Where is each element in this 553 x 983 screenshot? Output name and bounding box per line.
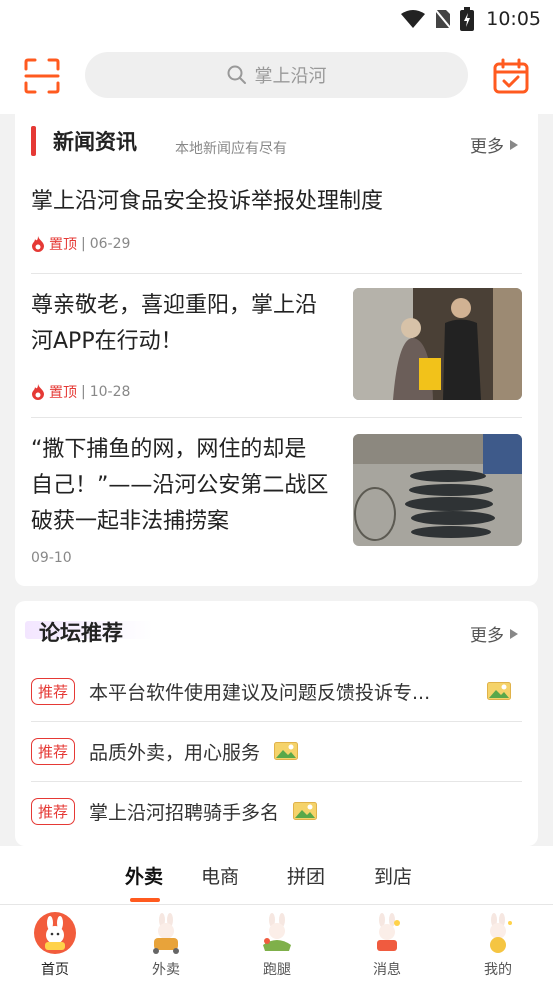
news-item[interactable]: “撒下捕鱼的网，网住的却是 自己！”——沿河公安第二战区 破获一起非法捕捞案 0… (31, 432, 522, 572)
divider (31, 273, 522, 274)
meta-separator: | (81, 236, 86, 252)
news-item[interactable]: 尊亲敬老，喜迎重阳，掌上沿 河APP在行动！ 置顶 | 10-28 (31, 288, 522, 402)
image-icon (487, 682, 512, 700)
news-thumbnail (353, 288, 522, 400)
forum-item-text: 掌上沿河招聘骑手多名 (89, 801, 280, 824)
message-rabbit-icon (377, 913, 400, 951)
forum-section: 论坛推荐 更多 推荐 本平台软件使用建议及问题反馈投诉专... 推荐 品质外卖，… (15, 601, 538, 846)
more-label: 更多 (470, 137, 504, 157)
recommend-tag: 推荐 (31, 797, 76, 825)
divider (31, 417, 522, 418)
more-label: 更多 (470, 626, 504, 646)
scan-icon[interactable] (24, 58, 60, 94)
meta-separator: | (81, 384, 86, 400)
news-item-meta: 09-10 (31, 550, 522, 566)
forum-item[interactable]: 推荐 品质外卖，用心服务 (31, 721, 522, 781)
news-date: 06-29 (89, 236, 131, 252)
battery-icon (460, 7, 475, 31)
search-bar[interactable]: 掌上沿河 (85, 52, 468, 98)
status-bar: 10:05 (0, 0, 553, 38)
news-more-link[interactable]: 更多 (470, 132, 518, 157)
news-thumbnail (353, 434, 522, 546)
recommend-tag: 推荐 (31, 677, 76, 705)
nav-home[interactable]: 首页 (15, 911, 95, 979)
nav-profile[interactable]: 我的 (458, 911, 538, 979)
nav-label: 外卖 (152, 962, 180, 978)
delivery-rabbit-icon (153, 913, 179, 954)
news-subtitle: 本地新闻应有尽有 (175, 141, 287, 157)
image-icon (293, 802, 318, 820)
calendar-check-icon[interactable] (493, 58, 529, 94)
news-date: 10-28 (89, 384, 131, 400)
tab-waimai[interactable]: 外卖 (125, 862, 163, 889)
forum-item-text: 本平台软件使用建议及问题反馈投诉专... (89, 681, 431, 704)
forum-item[interactable]: 推荐 本平台软件使用建议及问题反馈投诉专... (31, 661, 522, 721)
news-header: 新闻资讯 本地新闻应有尽有 更多 (15, 112, 538, 172)
nav-label: 首页 (41, 962, 69, 978)
tab-dianshang[interactable]: 电商 (201, 862, 239, 889)
nav-waimai[interactable]: 外卖 (126, 911, 206, 979)
recommend-tag: 推荐 (31, 737, 76, 765)
category-tabs: 外卖 电商 拼团 到店 (0, 846, 553, 904)
bottom-nav: 首页 外卖 跑腿 消息 我的 (0, 904, 553, 983)
section-marker (31, 126, 36, 156)
pin-label: 置顶 (49, 385, 77, 401)
forum-item[interactable]: 推荐 掌上沿河招聘骑手多名 (31, 781, 522, 841)
no-sim-icon (434, 8, 453, 30)
nav-label: 跑腿 (263, 962, 291, 978)
top-header: 掌上沿河 (0, 38, 553, 114)
news-item-meta: 置顶 | 06-29 (31, 234, 522, 254)
nav-messages[interactable]: 消息 (347, 911, 427, 979)
news-item[interactable]: 掌上沿河食品安全投诉举报处理制度 置顶 | 06-29 (31, 184, 522, 254)
fire-icon (32, 384, 44, 400)
errand-rabbit-icon (263, 913, 291, 951)
news-item-meta: 置顶 | 10-28 (31, 382, 130, 402)
image-icon (274, 742, 299, 760)
home-rabbit-icon (34, 912, 76, 954)
news-item-title: “撒下捕鱼的网，网住的却是 (31, 437, 307, 462)
forum-title: 论坛推荐 (39, 621, 123, 645)
search-placeholder: 掌上沿河 (254, 66, 327, 87)
tab-pintuan[interactable]: 拼团 (287, 862, 325, 889)
active-tab-indicator (130, 898, 160, 902)
news-item-title: 掌上沿河食品安全投诉举报处理制度 (31, 189, 384, 214)
forum-more-link[interactable]: 更多 (470, 621, 518, 646)
news-item-title-cont: 自己！”——沿河公安第二战区 (31, 473, 329, 498)
nav-label: 消息 (373, 962, 401, 978)
nav-paotui[interactable]: 跑腿 (237, 911, 317, 979)
fire-icon (32, 236, 44, 252)
nav-label: 我的 (484, 962, 512, 978)
pin-label: 置顶 (49, 237, 77, 253)
news-section: 新闻资讯 本地新闻应有尽有 更多 掌上沿河食品安全投诉举报处理制度 置顶 | 0… (15, 112, 538, 586)
chevron-right-icon (510, 139, 518, 150)
profile-rabbit-icon (490, 913, 512, 953)
forum-item-text: 品质外卖，用心服务 (89, 741, 261, 764)
chevron-right-icon (510, 628, 518, 639)
status-time: 10:05 (486, 8, 541, 30)
news-date: 09-10 (31, 550, 72, 566)
news-item-title-cont: 破获一起非法捕捞案 (31, 509, 230, 534)
news-item-title: 尊亲敬老，喜迎重阳，掌上沿 (31, 293, 318, 318)
news-item-title-cont: 河APP在行动！ (31, 329, 183, 354)
news-title: 新闻资讯 (53, 130, 137, 154)
search-icon (227, 65, 246, 84)
tab-daodian[interactable]: 到店 (374, 862, 412, 889)
wifi-icon (401, 10, 426, 28)
